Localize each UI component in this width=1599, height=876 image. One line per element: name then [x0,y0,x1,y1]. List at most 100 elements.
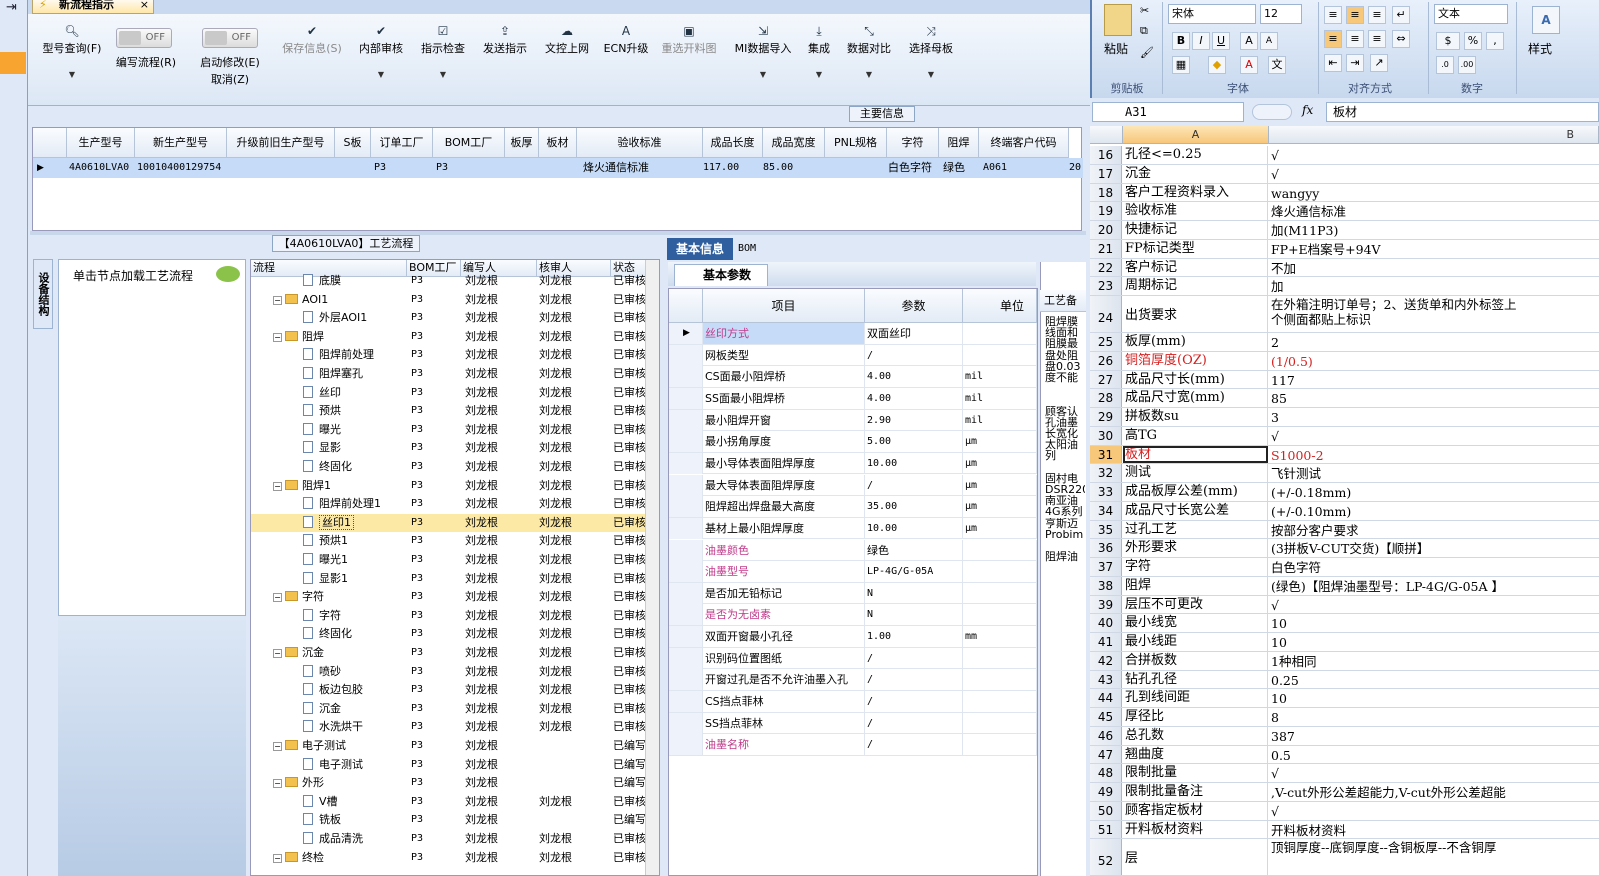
wrap-text-icon[interactable]: ↵ [1392,6,1410,24]
tree-row[interactable]: 阻焊前处理1 P3 刘龙根 刘龙根 已审核 [251,495,646,514]
param-row[interactable]: 油墨型号 LP-4G/G-05A [669,561,1037,583]
cell-a[interactable]: 总孔数 [1123,726,1268,745]
collapse-icon[interactable]: − [273,649,282,658]
cell-end-customer-code[interactable]: A061 [983,158,1007,178]
cell-a[interactable]: 测试 [1123,464,1268,482]
param-value[interactable]: 35.00 [865,496,963,518]
tree-row[interactable]: 喷砂 P3 刘龙根 刘龙根 已审核 [251,663,646,682]
tree-row[interactable]: 终固化 P3 刘龙根 刘龙根 已审核 [251,625,646,644]
row-indicator[interactable] [669,517,703,539]
sheet-row[interactable]: 31 板材 S1000-2 [1090,445,1599,465]
cell-b[interactable]: 按部分客户要求 [1269,521,1599,539]
tree-scrollbar[interactable] [645,260,659,875]
row-number[interactable]: 41 [1090,633,1122,651]
sheet-row[interactable]: 24 出货要求 在外箱注明订单号；2、送货单和内外标签上 个侧面都贴上标识 [1090,296,1599,333]
cell-a[interactable]: 铜箔厚度(OZ) [1123,351,1268,370]
row-number[interactable]: 20 [1090,221,1122,239]
sheet-row[interactable]: 49 限制批量备注 ,V-cut外形公差超能力,V-cut外形公差超能 [1090,783,1599,802]
close-icon[interactable]: × [140,0,149,13]
cell-b[interactable]: 3 [1269,408,1599,426]
row-indicator[interactable] [669,734,703,756]
cell-a[interactable]: 成品尺寸长(mm) [1123,370,1268,389]
tree-node-cell[interactable]: − 沉金 [273,644,407,662]
cell-a[interactable]: 成品尺寸宽(mm) [1123,389,1268,407]
cell-a[interactable]: 板材 [1123,445,1268,464]
param-row[interactable]: CS面最小阻焊桥 4.00 mil [669,366,1037,388]
param-value[interactable]: 4.00 [865,387,963,409]
row-number[interactable]: 18 [1090,183,1122,202]
cell-b[interactable]: 10 [1269,633,1599,651]
row-number[interactable]: 42 [1090,651,1122,670]
tree-row[interactable]: 预烘 P3 刘龙根 刘龙根 已审核 [251,402,646,421]
cell-a[interactable]: 高TG [1123,426,1268,445]
cell-a[interactable]: 翘曲度 [1123,745,1268,764]
cell-acceptance-standard[interactable]: 烽火通信标准 [583,158,649,178]
sheet-row[interactable]: 28 成品尺寸宽(mm) 85 [1090,389,1599,408]
write-process-toggle[interactable]: OFF [116,28,172,48]
tree-node-cell[interactable]: 终固化 [303,458,407,476]
cell-b[interactable]: ,V-cut外形公差超能力,V-cut外形公差超能 [1269,783,1599,801]
row-indicator[interactable] [669,366,703,388]
param-value[interactable]: 1.00 [865,626,963,648]
param-value[interactable]: 双面丝印 [865,323,963,344]
horizontal-splitter[interactable] [30,231,1086,235]
underline-button[interactable]: U [1212,32,1230,50]
collapse-icon[interactable]: − [273,593,282,603]
cell-b[interactable]: 在外箱注明订单号；2、送货单和内外标签上 个侧面都贴上标识 [1269,296,1599,332]
tree-node-cell[interactable]: − 电子测试 [273,737,407,755]
param-row[interactable]: 最小阻焊开窗 2.90 mil [669,409,1037,432]
tree-row[interactable]: 显影 P3 刘龙根 刘龙根 已审核 [251,439,646,458]
sheet-row[interactable]: 22 客户标记 不加 [1090,258,1599,278]
cell-a[interactable]: 沉金 [1123,164,1268,183]
row-number[interactable]: 51 [1090,820,1122,839]
row-indicator[interactable] [669,604,703,626]
cell-b[interactable]: √ [1269,596,1599,614]
tree-node-cell[interactable]: 终固化 [303,625,407,643]
row-number[interactable]: 43 [1090,670,1122,689]
param-row[interactable]: 识别码位置图纸 / [669,647,1037,670]
align-right-icon[interactable]: ≡ [1368,30,1386,48]
side-tab-equipment-structure[interactable]: 设备结构 [33,259,53,329]
cell-product-length[interactable]: 117.00 [703,158,739,178]
row-number[interactable]: 40 [1090,614,1122,632]
tree-node-cell[interactable]: − 终检 [273,849,407,867]
row-number[interactable]: 28 [1090,389,1122,407]
tree-node-cell[interactable]: 阻焊前处理 [303,346,407,364]
tree-row[interactable]: − 阻焊1 P3 刘龙根 刘龙根 已审核 [251,477,646,496]
main-col-header[interactable]: 验收标准 [577,128,703,158]
cell-a[interactable]: 出货要求 [1123,296,1268,332]
cell-b[interactable]: 10 [1269,689,1599,707]
main-col-header[interactable]: S板 [335,128,371,158]
tree-row[interactable]: 丝印 P3 刘龙根 刘龙根 已审核 [251,384,646,403]
sheet-row[interactable]: 26 铜箔厚度(OZ) (1/0.5) [1090,351,1599,371]
param-value[interactable]: / [865,344,963,366]
font-size-combo[interactable]: 12 [1260,4,1302,24]
tree-node-cell[interactable]: 阻焊塞孔 [303,365,407,383]
tree-row[interactable]: − AOI1 P3 刘龙根 刘龙根 已审核 [251,291,646,310]
main-col-header[interactable]: 生产型号 [67,128,135,158]
tree-row[interactable]: − 终检 P3 刘龙根 刘龙根 已审核 [251,849,646,868]
tree-row[interactable]: 阻焊塞孔 P3 刘龙根 刘龙根 已审核 [251,365,646,384]
param-value[interactable]: 4.00 [865,366,963,388]
tree-row[interactable]: − 字符 P3 刘龙根 刘龙根 已审核 [251,588,646,607]
sheet-row[interactable]: 47 翘曲度 0.5 [1090,745,1599,765]
start-modify-toggle[interactable]: OFF [202,28,258,48]
param-col-header[interactable]: 单位 [963,289,1037,323]
chevron-down-icon[interactable]: ▼ [802,70,836,79]
row-number[interactable]: 34 [1090,501,1122,520]
tree-node-cell[interactable]: − AOI1 [273,291,407,309]
tree-row[interactable]: 铣板 P3 刘龙根 已编写 [251,811,646,830]
currency-icon[interactable]: $ [1436,32,1460,50]
param-row[interactable]: 最小拐角厚度 5.00 μm [669,431,1037,453]
row-indicator[interactable] [669,712,703,734]
styles-icon[interactable]: A [1532,6,1560,34]
param-value[interactable]: / [865,669,963,691]
tab-bom[interactable]: BOM [738,238,778,260]
align-left-icon[interactable]: ≡ [1324,30,1342,48]
sheet-row[interactable]: 39 层压不可更改 √ [1090,595,1599,615]
tree-node-cell[interactable]: 丝印 [303,384,407,402]
chevron-down-icon[interactable]: ▼ [36,70,108,79]
row-indicator[interactable] [669,539,703,561]
main-col-header[interactable]: 新生产型号 [135,128,227,158]
row-indicator[interactable] [669,431,703,453]
